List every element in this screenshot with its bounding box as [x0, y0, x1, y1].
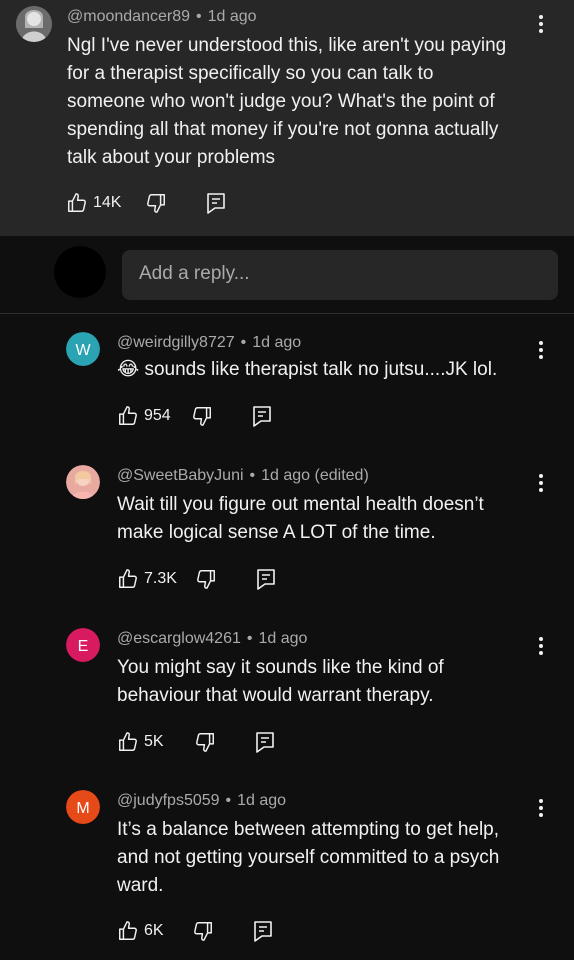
- dislike-button[interactable]: [192, 920, 214, 942]
- avatar-image: [16, 6, 52, 42]
- comment-line: Wait till you figure out mental health d…: [117, 494, 484, 515]
- dislike-button[interactable]: [145, 192, 167, 214]
- comment-reply-icon: [257, 569, 275, 590]
- author-handle[interactable]: @weirdgilly8727: [117, 334, 235, 351]
- like-button[interactable]: 6K: [117, 920, 164, 942]
- thumbs-down-icon: [193, 922, 212, 941]
- like-count: 5K: [144, 733, 164, 750]
- comment-text: Ngl I've never understood this, like are…: [67, 32, 567, 172]
- reply-button[interactable]: [205, 191, 227, 215]
- thumbs-down-icon: [192, 407, 211, 426]
- like-count: 954: [144, 407, 171, 424]
- comment-meta: @weirdgilly8727 • 1d ago: [117, 334, 301, 352]
- comment-line: make logical sense A LOT of the time.: [117, 522, 436, 543]
- separator-dot: •: [246, 630, 253, 647]
- like-button[interactable]: 5K: [117, 731, 164, 753]
- timestamp[interactable]: 1d ago: [208, 8, 257, 25]
- comment-line: behaviour that would warrant therapy.: [117, 685, 434, 706]
- avatar-letter: M: [76, 800, 89, 817]
- timestamp[interactable]: 1d ago: [237, 792, 286, 809]
- comment-actions: 7.3K: [117, 566, 277, 592]
- comment-line: and not getting yourself committed to a …: [117, 847, 500, 868]
- avatar[interactable]: W: [66, 332, 100, 366]
- avatar-image: [66, 465, 100, 499]
- comment-line: Ngl I've never understood this, like are…: [67, 35, 507, 56]
- comment-line: ward.: [117, 875, 164, 896]
- comment-text: It’s a balance between attempting to get…: [117, 816, 557, 900]
- comment-actions: 5K: [117, 729, 276, 755]
- avatar-letter: E: [78, 638, 89, 655]
- avatar[interactable]: E: [66, 628, 100, 662]
- comment-meta: @judyfps5059 • 1d ago: [117, 792, 286, 810]
- comment-text: Wait till you figure out mental health d…: [117, 491, 557, 547]
- like-button[interactable]: 7.3K: [117, 568, 177, 590]
- thumbs-down-icon: [196, 570, 215, 589]
- current-user-avatar: [54, 246, 106, 298]
- dislike-button[interactable]: [194, 731, 216, 753]
- separator-dot: •: [240, 334, 247, 351]
- avatar-circle: W: [66, 332, 100, 366]
- comment-text: You might say it sounds like the kind of…: [117, 654, 557, 710]
- comment-line: someone who won't judge you? What's the …: [67, 91, 495, 112]
- thumbs-up-icon: [119, 406, 137, 425]
- author-handle[interactable]: @SweetBabyJuni: [117, 467, 244, 484]
- author-handle[interactable]: @moondancer89: [67, 8, 190, 25]
- avatar[interactable]: [66, 465, 100, 499]
- comment-reply-icon: [255, 732, 274, 753]
- like-count: 7.3K: [144, 570, 177, 587]
- comment-text: 😂 sounds like therapist talk no jutsu...…: [117, 356, 557, 384]
- thumbs-up-icon: [119, 732, 137, 751]
- like-button[interactable]: 954: [117, 405, 171, 427]
- comment-line: spending all that money if you're not go…: [67, 119, 499, 140]
- thumbs-up-icon: [119, 921, 137, 940]
- comment-meta: @moondancer89 • 1d ago: [67, 8, 257, 26]
- separator-dot: •: [249, 467, 256, 484]
- comment-line-text: sounds like therapist talk no jutsu....J…: [144, 359, 498, 380]
- comment-line: You might say it sounds like the kind of: [117, 657, 444, 678]
- reply-button[interactable]: [254, 730, 276, 754]
- reply-button[interactable]: [251, 404, 273, 428]
- comment-reply-icon: [253, 921, 272, 942]
- thumbs-down-icon: [147, 194, 166, 213]
- comment-line: 😂 sounds like therapist talk no jutsu...…: [117, 356, 557, 384]
- dislike-button[interactable]: [191, 405, 213, 427]
- thumbs-up-icon: [119, 569, 137, 588]
- comment-actions: 14K: [66, 190, 227, 216]
- comment-reply-icon: [207, 193, 226, 214]
- reply-input[interactable]: Add a reply...: [122, 250, 558, 300]
- avatar[interactable]: M: [66, 790, 100, 824]
- thumbs-down-icon: [195, 733, 214, 752]
- comment-reply-icon: [252, 406, 271, 427]
- comment-line: talk about your problems: [67, 147, 276, 168]
- dislike-button[interactable]: [195, 568, 217, 590]
- like-count: 14K: [93, 194, 122, 211]
- avatar-circle: M: [66, 790, 100, 824]
- comment-line: It’s a balance between attempting to get…: [117, 819, 500, 840]
- separator-dot: •: [225, 792, 232, 809]
- like-count: 6K: [144, 922, 164, 939]
- timestamp[interactable]: 1d ago (edited): [261, 467, 369, 484]
- thumbs-up-icon: [68, 193, 86, 212]
- comment-actions: 954: [117, 403, 273, 429]
- timestamp[interactable]: 1d ago: [258, 630, 307, 647]
- reply-button[interactable]: [252, 919, 274, 943]
- avatar-letter: W: [75, 342, 91, 359]
- separator-dot: •: [195, 8, 202, 25]
- reply-composer: Add a reply...: [0, 236, 574, 314]
- laughing-emoji-icon: 😂: [117, 359, 140, 380]
- comment-actions: 6K: [117, 918, 274, 944]
- avatar-circle: E: [66, 628, 100, 662]
- timestamp[interactable]: 1d ago: [252, 334, 301, 351]
- reply-button[interactable]: [255, 567, 277, 591]
- comment-line: for a therapist specifically so you can …: [67, 63, 434, 84]
- comment-meta: @SweetBabyJuni • 1d ago (edited): [117, 467, 369, 485]
- comment-thread: @moondancer89 • 1d ago Ngl I've never unde…: [0, 0, 574, 960]
- author-handle[interactable]: @escarglow4261: [117, 630, 241, 647]
- avatar[interactable]: [16, 6, 52, 42]
- comment-meta: @escarglow4261 • 1d ago: [117, 630, 307, 648]
- parent-comment: @moondancer89 • 1d ago Ngl I've never unde…: [0, 0, 574, 236]
- author-handle[interactable]: @judyfps5059: [117, 792, 220, 809]
- like-button[interactable]: 14K: [66, 192, 121, 214]
